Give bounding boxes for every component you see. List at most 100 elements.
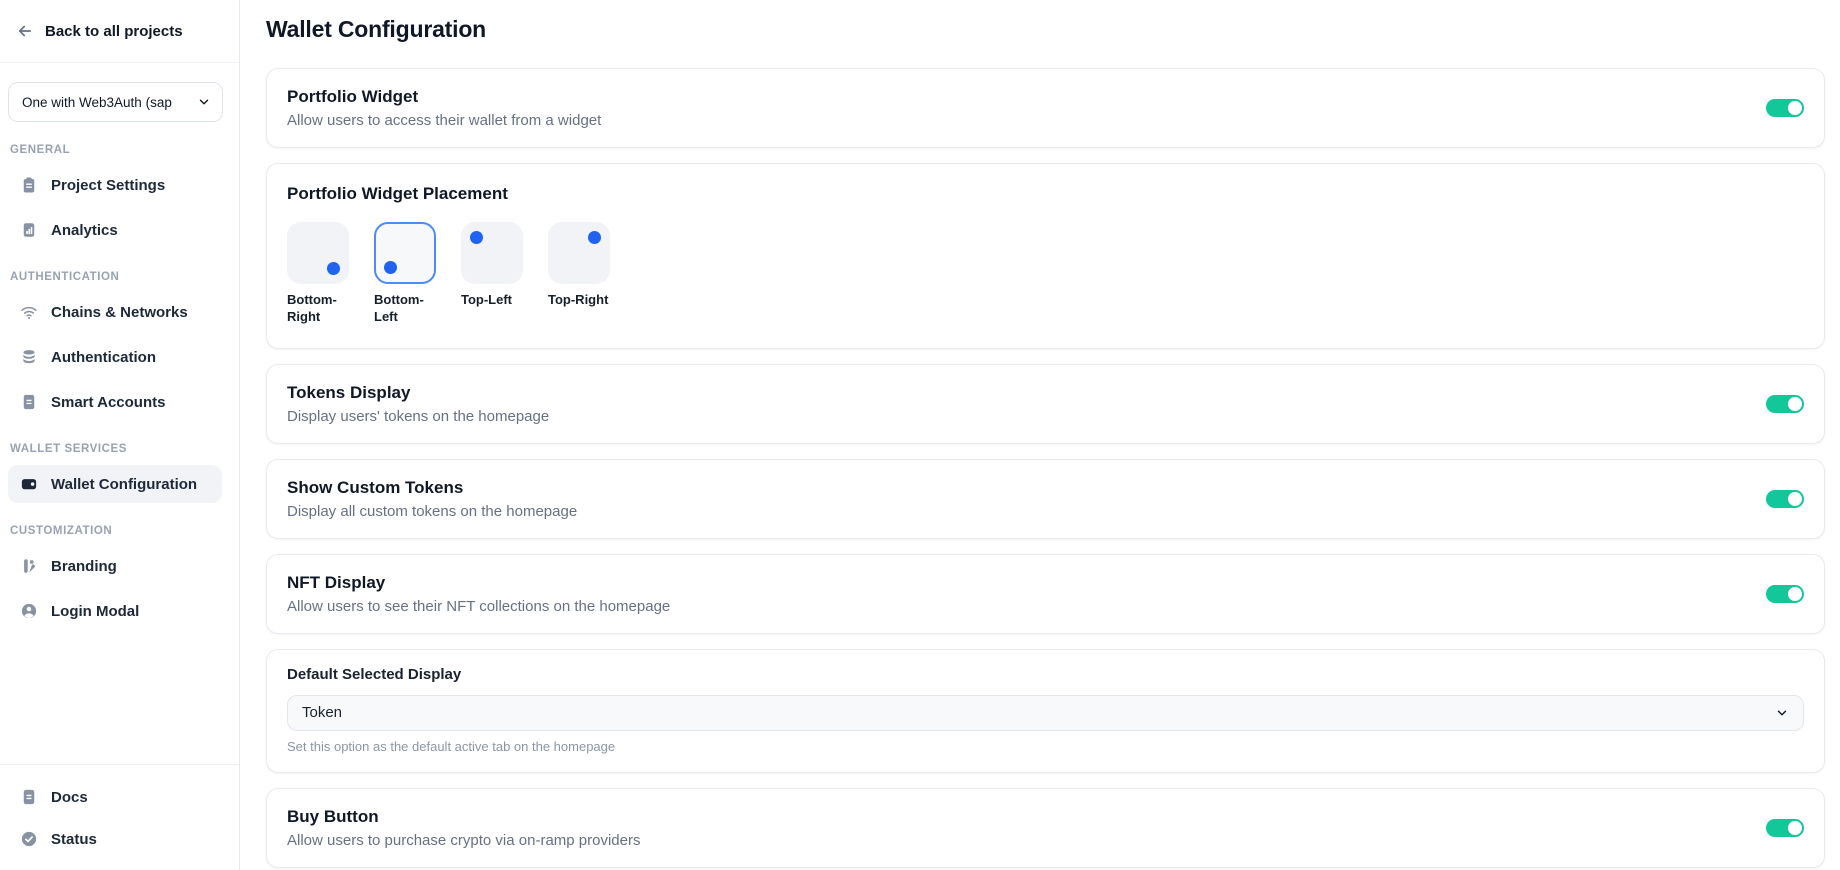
toggle-knob xyxy=(1788,492,1802,506)
tokens-display-toggle[interactable] xyxy=(1766,395,1804,413)
portfolio-widget-card: Portfolio Widget Allow users to access t… xyxy=(266,68,1825,148)
sidebar-item-label: Project Settings xyxy=(51,177,165,194)
wifi-icon xyxy=(20,303,38,321)
placement-option-bottom-right[interactable]: Bottom-Right xyxy=(287,222,349,326)
card-text: Buy Button Allow users to purchase crypt… xyxy=(287,807,640,849)
placement-dot-icon xyxy=(588,231,601,244)
main-content: Wallet Configuration Portfolio Widget Al… xyxy=(240,0,1840,870)
card-text: Portfolio Widget Allow users to access t… xyxy=(287,87,601,129)
card-title: Buy Button xyxy=(287,807,640,827)
placement-dot-icon xyxy=(384,261,397,274)
card-title: Tokens Display xyxy=(287,383,549,403)
sidebar-item-smart-accounts[interactable]: Smart Accounts xyxy=(8,383,222,421)
arrow-left-icon xyxy=(16,22,34,40)
sidebar-item-label: Branding xyxy=(51,558,117,575)
page-title: Wallet Configuration xyxy=(266,16,1825,43)
portfolio-widget-placement-card: Portfolio Widget Placement Bottom-Right … xyxy=(266,163,1825,349)
placement-dot-icon xyxy=(470,231,483,244)
tokens-display-card: Tokens Display Display users' tokens on … xyxy=(266,364,1825,444)
toggle-knob xyxy=(1788,101,1802,115)
placement-tile xyxy=(287,222,349,284)
show-custom-tokens-card: Show Custom Tokens Display all custom to… xyxy=(266,459,1825,539)
select-label: Default Selected Display xyxy=(287,666,1804,683)
sidebar-item-project-settings[interactable]: Project Settings xyxy=(8,166,222,204)
toggle-knob xyxy=(1788,821,1802,835)
card-description: Display users' tokens on the homepage xyxy=(287,408,549,425)
sidebar-item-label: Authentication xyxy=(51,349,156,366)
section-label-authentication: AUTHENTICATION xyxy=(10,271,222,283)
clipboard-icon xyxy=(20,176,38,194)
project-selector-value: One with Web3Auth (sap xyxy=(22,95,172,110)
nft-display-card: NFT Display Allow users to see their NFT… xyxy=(266,554,1825,634)
sidebar-item-authentication[interactable]: Authentication xyxy=(8,338,222,376)
card-description: Allow users to purchase crypto via on-ra… xyxy=(287,832,640,849)
branding-icon xyxy=(20,557,38,575)
portfolio-widget-toggle[interactable] xyxy=(1766,99,1804,117)
user-circle-icon xyxy=(20,602,38,620)
file-icon xyxy=(20,393,38,411)
database-icon xyxy=(20,348,38,366)
sidebar-item-label: Login Modal xyxy=(51,603,139,620)
sidebar-nav: GENERAL Project Settings Analytics AUTHE… xyxy=(0,122,239,637)
section-label-general: GENERAL xyxy=(10,144,222,156)
project-selector-dropdown[interactable]: One with Web3Auth (sap xyxy=(8,82,223,122)
sidebar-item-label: Chains & Networks xyxy=(51,304,188,321)
placement-label: Top-Left xyxy=(461,292,523,309)
chevron-down-icon xyxy=(197,95,211,109)
settings-card-list: Portfolio Widget Allow users to access t… xyxy=(266,68,1825,870)
sidebar-item-login-modal[interactable]: Login Modal xyxy=(8,592,222,630)
toggle-knob xyxy=(1788,397,1802,411)
section-label-customization: CUSTOMIZATION xyxy=(10,525,222,537)
sidebar-item-chains-networks[interactable]: Chains & Networks xyxy=(8,293,222,331)
card-description: Display all custom tokens on the homepag… xyxy=(287,503,577,520)
sidebar: Back to all projects One with Web3Auth (… xyxy=(0,0,240,870)
placement-dot-icon xyxy=(327,262,340,275)
default-display-select[interactable]: Token xyxy=(287,695,1804,731)
sidebar-item-branding[interactable]: Branding xyxy=(8,547,222,585)
card-title: Show Custom Tokens xyxy=(287,478,577,498)
back-to-projects-link[interactable]: Back to all projects xyxy=(0,0,239,63)
buy-button-toggle[interactable] xyxy=(1766,819,1804,837)
card-title: NFT Display xyxy=(287,573,670,593)
sidebar-item-status[interactable]: Status xyxy=(8,820,222,858)
card-text: Show Custom Tokens Display all custom to… xyxy=(287,478,577,520)
placement-options: Bottom-Right Bottom-Left Top-Left Top-Ri… xyxy=(287,222,1804,326)
select-helper-text: Set this option as the default active ta… xyxy=(287,739,1804,754)
placement-option-bottom-left[interactable]: Bottom-Left xyxy=(374,222,436,326)
sidebar-item-analytics[interactable]: Analytics xyxy=(8,211,222,249)
placement-tile-selected xyxy=(374,222,436,284)
toggle-knob xyxy=(1788,587,1802,601)
sidebar-item-label: Docs xyxy=(51,789,88,806)
card-description: Allow users to see their NFT collections… xyxy=(287,598,670,615)
placement-option-top-left[interactable]: Top-Left xyxy=(461,222,523,326)
sidebar-item-label: Smart Accounts xyxy=(51,394,165,411)
back-link-label: Back to all projects xyxy=(45,23,183,40)
wallet-icon xyxy=(20,475,38,493)
placement-label: Bottom-Right xyxy=(287,292,349,326)
card-title: Portfolio Widget xyxy=(287,87,601,107)
sidebar-item-label: Analytics xyxy=(51,222,118,239)
sidebar-item-docs[interactable]: Docs xyxy=(8,778,222,816)
chevron-down-icon xyxy=(1775,706,1789,720)
placement-tile xyxy=(548,222,610,284)
file-icon xyxy=(20,788,38,806)
placement-label: Bottom-Left xyxy=(374,292,436,326)
sidebar-item-wallet-configuration[interactable]: Wallet Configuration xyxy=(8,465,222,503)
sidebar-footer: Docs Status xyxy=(0,764,239,870)
select-value: Token xyxy=(302,704,342,721)
card-description: Allow users to access their wallet from … xyxy=(287,112,601,129)
nft-display-toggle[interactable] xyxy=(1766,585,1804,603)
chart-document-icon xyxy=(20,221,38,239)
show-custom-tokens-toggle[interactable] xyxy=(1766,490,1804,508)
card-title: Portfolio Widget Placement xyxy=(287,184,1804,204)
section-label-wallet-services: WALLET SERVICES xyxy=(10,443,222,455)
placement-option-top-right[interactable]: Top-Right xyxy=(548,222,610,326)
placement-label: Top-Right xyxy=(548,292,610,309)
check-circle-icon xyxy=(20,830,38,848)
sidebar-item-label: Status xyxy=(51,831,97,848)
sidebar-item-label: Wallet Configuration xyxy=(51,476,197,493)
card-text: NFT Display Allow users to see their NFT… xyxy=(287,573,670,615)
card-text: Tokens Display Display users' tokens on … xyxy=(287,383,549,425)
placement-tile xyxy=(461,222,523,284)
buy-button-card: Buy Button Allow users to purchase crypt… xyxy=(266,788,1825,868)
